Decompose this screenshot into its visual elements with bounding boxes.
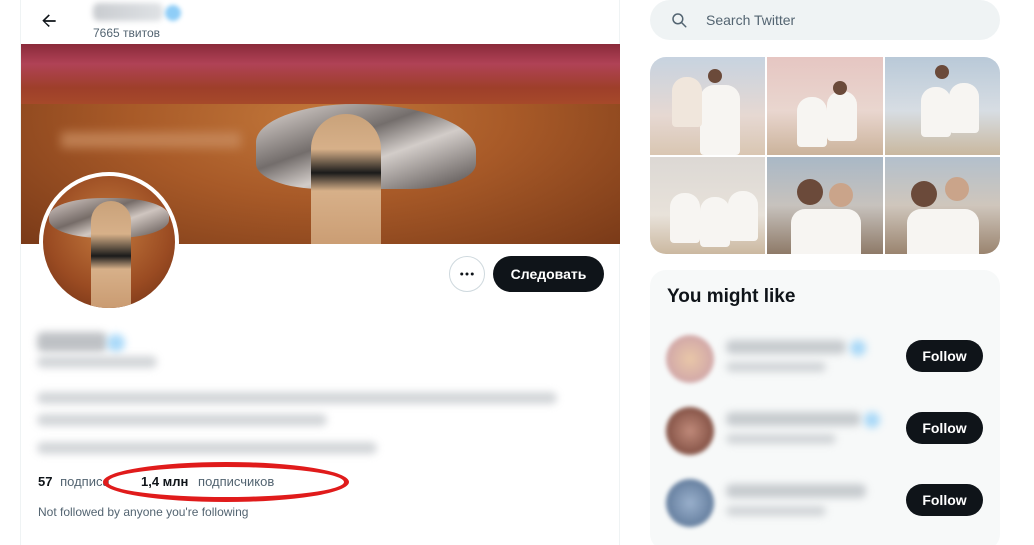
bio-line-1-blurred <box>37 392 557 404</box>
profile-column: 7665 твитов Следовать 57 подписа 1,4 млн… <box>20 0 620 545</box>
profile-avatar[interactable] <box>39 172 179 312</box>
media-person-head <box>934 65 949 79</box>
not-followed-note: Not followed by anyone you're following <box>38 505 249 519</box>
media-person-body <box>906 208 979 254</box>
suggestion-name-blurred <box>726 484 866 498</box>
suggestion-name-blurred <box>726 412 861 426</box>
tweet-count: 7665 твитов <box>93 26 161 40</box>
following-stat[interactable]: 57 подписа <box>38 474 110 489</box>
following-label: подписа <box>60 474 110 489</box>
follow-button[interactable]: Следовать <box>493 256 604 292</box>
profile-header-bar: 7665 твитов <box>21 0 621 44</box>
media-thumbnail-1[interactable] <box>650 57 766 155</box>
media-person-body <box>791 208 862 254</box>
media-person-head-2 <box>944 176 969 201</box>
search-icon <box>672 13 687 28</box>
you-might-like-title: You might like <box>667 286 796 307</box>
suggestion-row[interactable]: Follow <box>650 326 1000 396</box>
suggestion-avatar <box>666 335 714 383</box>
media-thumbnail-3[interactable] <box>884 57 1000 155</box>
media-person-head-2 <box>829 182 854 207</box>
media-person-head <box>708 69 722 83</box>
search-box[interactable] <box>650 0 1000 40</box>
media-person-head <box>910 180 937 207</box>
profile-media-grid <box>650 57 1000 254</box>
more-options-button[interactable] <box>449 256 485 292</box>
back-arrow-icon <box>42 14 56 27</box>
followers-stat[interactable]: 1,4 млн подписчиков <box>141 474 274 489</box>
suggestion-handle-blurred <box>726 506 826 516</box>
media-person-1 <box>670 192 700 243</box>
media-thumbnail-5[interactable] <box>767 156 883 254</box>
verified-badge-blurred <box>107 334 125 352</box>
suggestion-avatar <box>666 479 714 527</box>
banner-person <box>311 114 381 244</box>
twitter-profile-page: 7665 твитов Следовать 57 подписа 1,4 млн… <box>0 0 1034 545</box>
suggestion-avatar <box>666 407 714 455</box>
handle-blurred <box>37 356 157 368</box>
media-person-1 <box>920 87 951 137</box>
banner-blurred-text <box>61 132 241 148</box>
you-might-like-panel: You might like Follow Follow Follow <box>650 270 1000 545</box>
media-person-3 <box>728 190 758 241</box>
suggestion-row[interactable]: Follow <box>650 398 1000 468</box>
suggestion-row[interactable]: Follow <box>650 470 1000 540</box>
media-child <box>672 77 702 127</box>
suggestion-handle-blurred <box>726 434 836 444</box>
suggestion-follow-button[interactable]: Follow <box>906 340 983 372</box>
media-thumbnail-4[interactable] <box>650 156 766 254</box>
suggestion-follow-button[interactable]: Follow <box>906 412 983 444</box>
suggestion-follow-button[interactable]: Follow <box>906 484 983 516</box>
media-thumbnail-6[interactable] <box>884 156 1000 254</box>
back-button[interactable] <box>35 7 63 35</box>
suggestion-verified-blurred <box>850 340 866 356</box>
media-person-head <box>797 178 824 205</box>
profile-meta-blurred <box>37 442 377 454</box>
followers-count: 1,4 млн <box>141 474 189 489</box>
search-input[interactable] <box>706 12 966 28</box>
followers-label: подписчиков <box>198 474 275 489</box>
display-name-blurred <box>37 332 107 352</box>
following-count: 57 <box>38 474 53 489</box>
media-thumbnail-2[interactable] <box>767 57 883 155</box>
verified-badge-icon <box>165 5 181 21</box>
profile-name-blurred <box>93 3 163 21</box>
media-person-body <box>700 85 740 155</box>
media-person-2 <box>827 91 858 141</box>
media-person-2 <box>700 196 730 247</box>
suggestion-handle-blurred <box>726 362 826 372</box>
bio-line-2-blurred <box>37 414 327 426</box>
suggestion-name-blurred <box>726 340 846 354</box>
avatar-person <box>91 201 131 308</box>
more-icon <box>460 272 474 276</box>
media-person-1 <box>797 97 828 147</box>
media-person-2 <box>948 83 979 133</box>
suggestion-verified-blurred <box>864 412 880 428</box>
